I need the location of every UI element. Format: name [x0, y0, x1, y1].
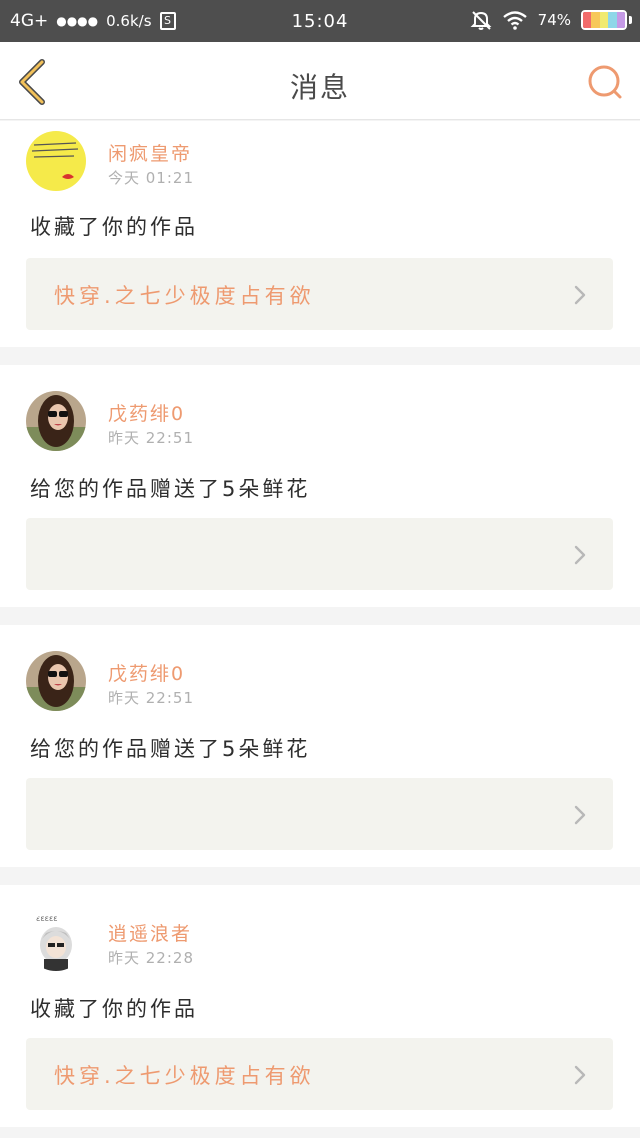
message-list: 闲疯皇帝 今天 01:21 收藏了你的作品 快穿.之七少极度占有欲 戊药绯0 昨…: [0, 121, 640, 1138]
battery-cell: [591, 12, 600, 28]
message-action: 给您的作品赠送了5朵鲜花: [30, 737, 311, 761]
sender-name[interactable]: 逍遥浪者: [108, 919, 192, 946]
work-title: 快穿.之七少极度占有欲: [54, 284, 315, 308]
status-bar: 4G+ ●●●● 0.6k/s S 15:04 74%: [0, 0, 640, 42]
chevron-right-icon: [574, 805, 586, 825]
sender-name[interactable]: 戊药绯0: [108, 659, 185, 686]
battery-cell: [599, 12, 609, 28]
search-icon: [588, 65, 622, 99]
message-time: 今天 01:21: [108, 169, 194, 187]
avatar[interactable]: [26, 391, 86, 451]
message-time: 昨天 22:51: [108, 689, 194, 707]
message-card: 闲疯皇帝 今天 01:21 收藏了你的作品 快穿.之七少极度占有欲: [0, 121, 640, 347]
battery-percent: 74%: [537, 11, 571, 29]
avatar[interactable]: [26, 131, 86, 191]
message-action: 给您的作品赠送了5朵鲜花: [30, 477, 311, 501]
wifi-icon: [502, 11, 527, 30]
message-card: 戊药绯0 昨天 22:51 给您的作品赠送了5朵鲜花: [0, 625, 640, 867]
battery-cell: [616, 12, 625, 28]
sender-name[interactable]: 闲疯皇帝: [108, 139, 192, 166]
message-card: 戊药绯0 昨天 22:51 给您的作品赠送了5朵鲜花: [0, 365, 640, 607]
status-right: 74%: [470, 9, 632, 31]
message-time: 昨天 22:51: [108, 429, 194, 447]
message-action: 收藏了你的作品: [30, 215, 198, 239]
work-link[interactable]: 快穿.之七少极度占有欲: [26, 1038, 613, 1110]
chevron-right-icon: [574, 285, 586, 305]
mute-bell-icon: [470, 11, 492, 30]
battery-icon: [581, 10, 627, 30]
yellow-note-avatar-icon: [26, 131, 86, 191]
sunglasses-girl-avatar-icon: [26, 651, 86, 711]
message-action: 收藏了你的作品: [30, 997, 198, 1021]
work-link[interactable]: [26, 778, 613, 850]
sunglasses-girl-avatar-icon: [26, 391, 86, 451]
battery-tip: [629, 16, 632, 24]
chevron-right-icon: [574, 545, 586, 565]
sender-name[interactable]: 戊药绯0: [108, 399, 185, 426]
page-title: 消息: [289, 71, 350, 104]
avatar[interactable]: [26, 651, 86, 711]
nav-bar: 消息: [0, 42, 640, 120]
avatar[interactable]: ɛɛɛɛɛ: [26, 911, 86, 971]
cartoon-boy-avatar-icon: ɛɛɛɛɛ: [26, 911, 86, 971]
message-time: 昨天 22:28: [108, 949, 194, 967]
battery-cell: [583, 12, 592, 28]
work-title: 快穿.之七少极度占有欲: [54, 1064, 315, 1088]
search-button[interactable]: [586, 62, 626, 102]
work-link[interactable]: [26, 518, 613, 590]
work-link[interactable]: 快穿.之七少极度占有欲: [26, 258, 613, 330]
battery-cell: [608, 12, 617, 28]
chevron-right-icon: [574, 1065, 586, 1085]
svg-text:ɛɛɛɛɛ: ɛɛɛɛɛ: [36, 914, 58, 923]
message-card: ɛɛɛɛɛ 逍遥浪者 昨天 22:28 收藏了你的作品 快穿.之七少极度占有欲: [0, 885, 640, 1127]
